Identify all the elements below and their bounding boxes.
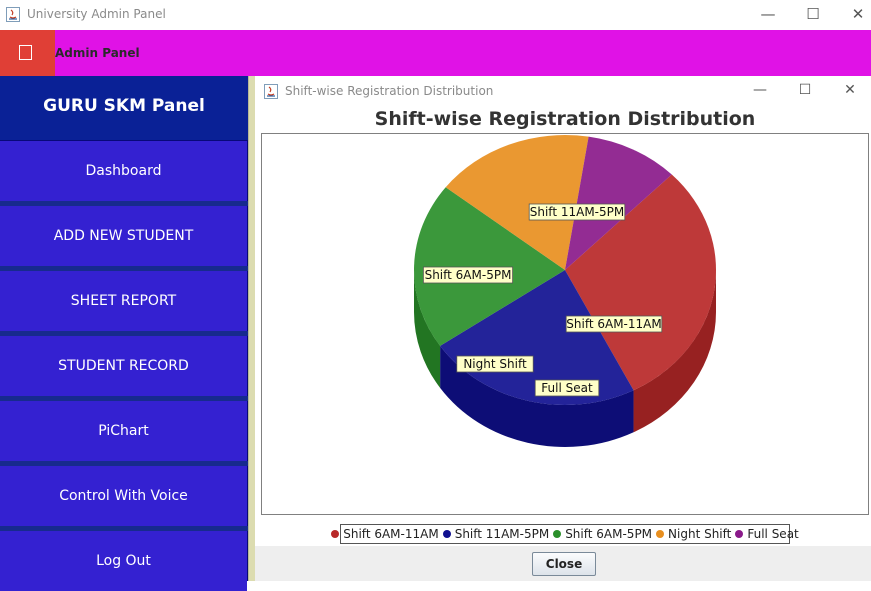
slice-label: Night Shift — [456, 355, 534, 373]
close-window-button[interactable]: ✕ — [835, 0, 871, 30]
menu-toggle-button[interactable] — [0, 30, 55, 76]
legend-item: Full Seat — [735, 527, 799, 541]
svg-text:Full Seat: Full Seat — [541, 381, 593, 395]
frame-minimize-button[interactable]: — — [738, 76, 782, 106]
sidebar: GURU SKM Panel Dashboard ADD NEW STUDENT… — [0, 76, 248, 591]
minimize-icon: — — [760, 5, 776, 23]
maximize-icon: ☐ — [806, 5, 820, 23]
close-icon: ✕ — [851, 5, 865, 23]
frame-maximize-button[interactable]: ☐ — [783, 76, 827, 106]
svg-text:Shift 6AM-5PM: Shift 6AM-5PM — [425, 268, 512, 282]
legend-marker — [656, 530, 665, 538]
legend-item: Shift 6AM-5PM — [553, 527, 652, 541]
frame-close-button[interactable]: ✕ — [828, 76, 871, 106]
maximize-button[interactable]: ☐ — [790, 0, 836, 30]
slice-label: Shift 6AM-11AM — [565, 315, 663, 333]
close-button[interactable]: Close — [532, 552, 596, 576]
legend-item: Shift 6AM-11AM — [331, 527, 439, 541]
legend-label: Shift 6AM-11AM — [343, 527, 439, 541]
chart-legend: Shift 6AM-11AM Shift 11AM-5PM Shift 6AM-5P… — [331, 524, 799, 544]
window-titlebar: University Admin Panel — ☐ ✕ — [0, 0, 871, 30]
sidebar-item-dashboard[interactable]: Dashboard — [0, 141, 247, 201]
plot-area: Shift 6AM-11AM Shift 11AM-5PM Shift 6AM-5P… — [261, 133, 869, 515]
svg-text:Night Shift: Night Shift — [463, 357, 527, 371]
sidebar-item-sheet-report[interactable]: SHEET REPORT — [0, 271, 247, 331]
legend-marker — [553, 530, 562, 538]
legend-marker — [442, 530, 451, 538]
svg-text:Shift 6AM-11AM: Shift 6AM-11AM — [566, 317, 661, 331]
chart-panel: Shift-wise Registration Distribution Shi… — [255, 106, 871, 546]
app-header: Admin Panel — [0, 30, 871, 76]
window-title: University Admin Panel — [27, 7, 166, 21]
pie-chart: Shift 6AM-11AM Shift 11AM-5PM Shift 6AM-5P… — [414, 135, 716, 447]
sidebar-item-add-new-student[interactable]: ADD NEW STUDENT — [0, 206, 247, 266]
header-title: Admin Panel — [55, 46, 140, 60]
legend-label: Shift 6AM-5PM — [565, 527, 653, 541]
minimize-button[interactable]: — — [745, 0, 791, 30]
legend-marker — [735, 530, 744, 538]
internal-frame-titlebar[interactable]: Shift-wise Registration Distribution — ☐… — [255, 76, 871, 106]
close-icon: ✕ — [844, 82, 856, 98]
split-divider[interactable] — [248, 76, 255, 581]
legend-item: Night Shift — [656, 527, 731, 541]
sidebar-title: GURU SKM Panel — [0, 76, 248, 140]
legend-label: Full Seat — [747, 527, 799, 541]
legend-marker — [331, 530, 340, 538]
minimize-icon: — — [753, 82, 767, 98]
slice-label: Full Seat — [534, 379, 600, 397]
sidebar-item-log-out[interactable]: Log Out — [0, 531, 247, 591]
slice-label: Shift 11AM-5PM — [528, 203, 626, 221]
button-bar: Close — [255, 546, 871, 581]
slice-label: Shift 6AM-5PM — [422, 266, 513, 284]
internal-frame: Shift-wise Registration Distribution — ☐… — [255, 76, 871, 581]
internal-frame-title: Shift-wise Registration Distribution — [285, 84, 494, 98]
svg-text:Shift 11AM-5PM: Shift 11AM-5PM — [530, 205, 624, 219]
chart-title: Shift-wise Registration Distribution — [374, 108, 756, 130]
java-frame-icon — [264, 84, 278, 99]
legend-item: Shift 11AM-5PM — [442, 527, 550, 541]
legend-label: Night Shift — [668, 527, 732, 541]
legend-label: Shift 11AM-5PM — [454, 527, 550, 541]
menu-toggle-icon — [19, 45, 32, 60]
java-app-icon — [6, 7, 20, 22]
sidebar-item-pichart[interactable]: PiChart — [0, 401, 247, 461]
sidebar-item-control-with-voice[interactable]: Control With Voice — [0, 466, 247, 526]
maximize-icon: ☐ — [798, 82, 812, 98]
sidebar-item-student-record[interactable]: STUDENT RECORD — [0, 336, 247, 396]
